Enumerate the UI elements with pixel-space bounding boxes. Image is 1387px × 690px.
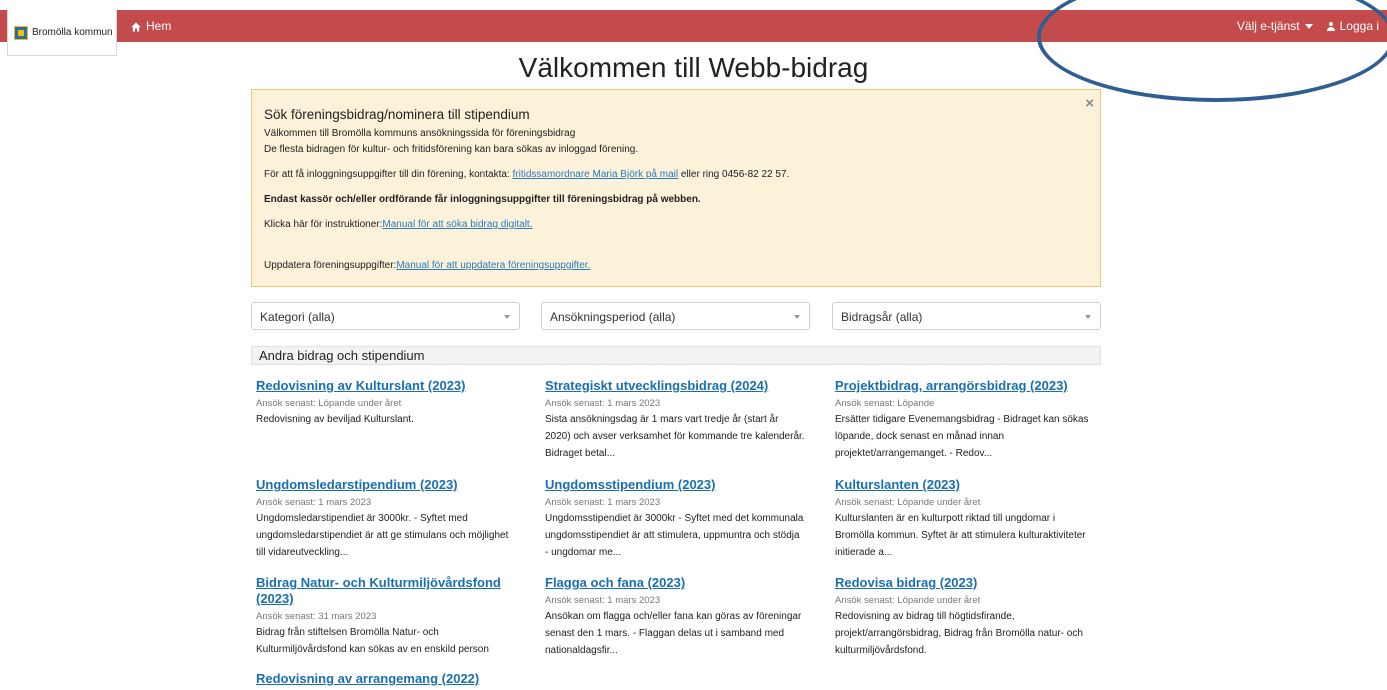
grant-deadline: Ansök senast: 31 mars 2023	[256, 611, 377, 622]
contact-suffix: eller ring 0456-82 22 57.	[678, 169, 790, 180]
period-select[interactable]: Ansökningsperiod (alla)	[541, 302, 810, 330]
grant-deadline: Ansök senast: Löpande under året	[835, 595, 981, 606]
dropdown-arrow-icon	[794, 315, 800, 319]
brand-name: Bromölla kommun	[32, 27, 113, 38]
grant-deadline: Ansök senast: Löpande under året	[835, 497, 981, 508]
update-manual-link[interactable]: Manual för att uppdatera föreningsuppgif…	[396, 260, 590, 271]
manual-link[interactable]: Manual för att söka bidrag digitalt.	[382, 219, 532, 230]
coat-of-arms-icon	[14, 25, 28, 40]
page-title: Välkommen till Webb-bidrag	[518, 52, 869, 83]
close-icon[interactable]: ×	[1085, 95, 1094, 112]
category-select[interactable]: Kategori (alla)	[251, 302, 520, 330]
grant-title-link[interactable]: Redovisa bidrag (2023)	[835, 575, 1095, 591]
brand-logo[interactable]: Bromölla kommun	[7, 10, 117, 56]
grant-description: Redovisning av bidrag till högtidsfirand…	[835, 611, 1083, 656]
manual-prefix: Klicka här för instruktioner:	[264, 219, 383, 230]
grant-card: Bidrag Natur- och Kulturmiljövårdsfond (…	[256, 575, 516, 658]
grant-description: Bidrag från stiftelsen Bromölla Natur- o…	[256, 627, 489, 655]
alert-heading: Sök föreningsbidrag/nominera till stipen…	[264, 107, 530, 122]
grant-description: Ersätter tidigare Evenemangsbidrag - Bid…	[835, 414, 1089, 459]
grant-card: Redovisa bidrag (2023) Ansök senast: Löp…	[835, 575, 1095, 659]
home-icon	[131, 21, 141, 32]
alert-manual-text: Klicka här för instruktioner:Manual för …	[264, 217, 1090, 233]
grant-deadline: Ansök senast: 1 mars 2023	[545, 497, 661, 508]
section-header: Andra bidrag och stipendium	[251, 346, 1101, 365]
grant-deadline: Ansök senast: 1 mars 2023	[256, 497, 372, 508]
alert-info-text: De flesta bidragen för kultur- och friti…	[264, 144, 639, 155]
grant-deadline: Ansök senast: 1 mars 2023	[545, 398, 661, 409]
nav-home-label: Hem	[146, 19, 172, 33]
login-label: Logga i	[1339, 19, 1379, 33]
eservice-dropdown[interactable]: Välj e-tjänst	[1237, 19, 1313, 33]
nav-right-menu: Välj e-tjänst Logga i	[1237, 10, 1379, 42]
eservice-label: Välj e-tjänst	[1236, 19, 1300, 33]
grant-title-link[interactable]: Redovisning av arrangemang (2022)	[256, 671, 516, 687]
grant-card: Ungdomsstipendium (2023) Ansök senast: 1…	[545, 477, 805, 561]
nav-home-link[interactable]: Hem	[131, 10, 171, 42]
grant-title-link[interactable]: Projektbidrag, arrangörsbidrag (2023)	[835, 378, 1095, 394]
grant-title-link[interactable]: Strategiskt utvecklingsbidrag (2024)	[545, 378, 805, 394]
grant-deadline: Ansök senast: Löpande under året	[256, 398, 402, 409]
grant-description: Redovisning av beviljad Kulturslant.	[256, 414, 414, 425]
dropdown-arrow-icon	[1085, 315, 1091, 319]
alert-bold-notice: Endast kassör och/eller ordförande får i…	[264, 194, 701, 205]
grant-title-link[interactable]: Ungdomsstipendium (2023)	[545, 477, 805, 493]
grant-card: Projektbidrag, arrangörsbidrag (2023) An…	[835, 378, 1095, 462]
grant-card: Redovisning av arrangemang (2022)	[256, 671, 516, 690]
grant-description: Ansökan om flagga och/eller fana kan gör…	[545, 611, 802, 656]
period-select-value: Ansökningsperiod (alla)	[550, 310, 676, 324]
contact-prefix: För att få inloggningsuppgifter till din…	[264, 169, 513, 180]
contact-mail-link[interactable]: fritidssamordnare Maria Björk på mail	[512, 169, 678, 180]
grant-title-link[interactable]: Bidrag Natur- och Kulturmiljövårdsfond (…	[256, 575, 516, 607]
alert-contact-text: För att få inloggningsuppgifter till din…	[264, 167, 1090, 183]
grant-deadline: Ansök senast: Löpande	[835, 398, 935, 409]
top-navbar	[0, 10, 1387, 42]
grant-deadline: Ansök senast: 1 mars 2023	[545, 595, 661, 606]
alert-update-text: Uppdatera föreningsuppgifter:Manual för …	[264, 258, 1090, 274]
grant-description: Ungdomsledarstipendiet är 3000kr. - Syft…	[256, 513, 509, 558]
grant-card: Strategiskt utvecklingsbidrag (2024) Ans…	[545, 378, 805, 462]
user-icon	[1326, 21, 1335, 31]
grant-title-link[interactable]: Flagga och fana (2023)	[545, 575, 805, 591]
caret-down-icon	[1304, 23, 1313, 29]
grant-card: Kulturslanten (2023) Ansök senast: Löpan…	[835, 477, 1095, 561]
alert-welcome-text: Välkommen till Bromölla kommuns ansöknin…	[264, 128, 576, 139]
grant-description: Ungdomsstipendiet är 3000kr - Syftet med…	[545, 513, 804, 558]
category-select-value: Kategori (alla)	[260, 310, 335, 324]
dropdown-arrow-icon	[504, 315, 510, 319]
login-link[interactable]: Logga i	[1313, 19, 1379, 33]
grant-title-link[interactable]: Redovisning av Kulturslant (2023)	[256, 378, 516, 394]
year-select[interactable]: Bidragsår (alla)	[832, 302, 1101, 330]
grant-card: Ungdomsledarstipendium (2023) Ansök sena…	[256, 477, 516, 561]
update-prefix: Uppdatera föreningsuppgifter:	[264, 260, 397, 271]
year-select-value: Bidragsår (alla)	[841, 310, 923, 324]
grant-title-link[interactable]: Kulturslanten (2023)	[835, 477, 1095, 493]
grant-description: Kulturslanten är en kulturpott riktad ti…	[835, 513, 1086, 558]
grant-card: Flagga och fana (2023) Ansök senast: 1 m…	[545, 575, 805, 659]
grant-description: Sista ansökningsdag är 1 mars vart tredj…	[545, 414, 805, 459]
grant-title-link[interactable]: Ungdomsledarstipendium (2023)	[256, 477, 516, 493]
grant-card: Redovisning av Kulturslant (2023) Ansök …	[256, 378, 516, 428]
info-alert: × Sök föreningsbidrag/nominera till stip…	[251, 89, 1101, 287]
